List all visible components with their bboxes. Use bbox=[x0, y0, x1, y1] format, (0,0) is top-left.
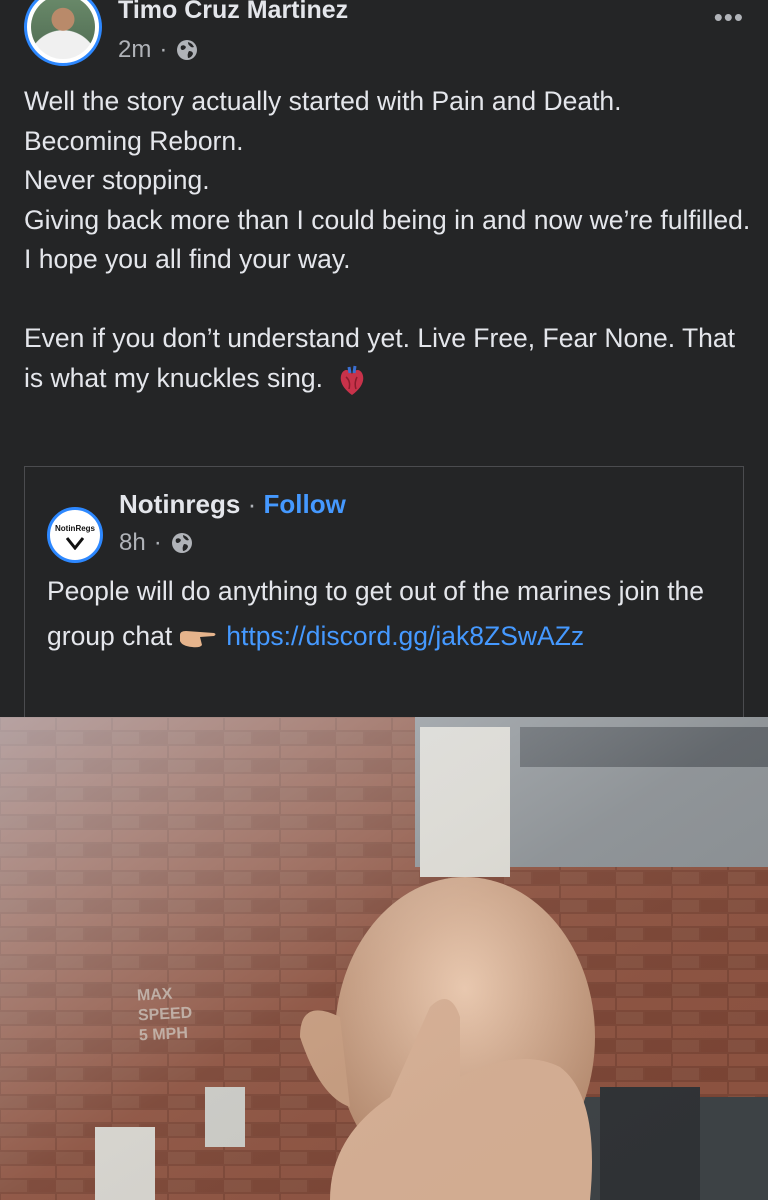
post-body: Well the story actually started with Pai… bbox=[24, 82, 754, 398]
post-photo[interactable]: MAX SPEED 5 MPH bbox=[0, 717, 768, 1200]
page-logo[interactable]: NotinRegs bbox=[47, 507, 103, 563]
author-name[interactable]: Timo Cruz Martinez bbox=[118, 0, 348, 25]
anatomical-heart-icon bbox=[340, 365, 364, 395]
discord-link[interactable]: https://discord.gg/jak8ZSwAZz bbox=[226, 621, 584, 651]
shared-meta: 8h · bbox=[119, 529, 194, 557]
author-avatar[interactable] bbox=[24, 0, 102, 66]
sign-line: 5 MPH bbox=[138, 1024, 189, 1045]
post-time[interactable]: 2m bbox=[118, 36, 151, 64]
follow-button[interactable]: Follow bbox=[263, 489, 345, 519]
meta-separator: · bbox=[159, 36, 168, 63]
post-header: Timo Cruz Martinez 2m · ••• bbox=[0, 0, 768, 80]
page-name[interactable]: Notinregs bbox=[119, 489, 240, 519]
post-line: Becoming Reborn. bbox=[24, 125, 244, 156]
post-line: I hope you all find your way. bbox=[24, 244, 351, 274]
logo-chevron-icon bbox=[66, 537, 84, 550]
shared-header: Notinregs · Follow bbox=[119, 489, 346, 520]
pointing-hand-icon bbox=[180, 631, 216, 648]
shared-post-card[interactable]: NotinRegs Notinregs · Follow 8h · People… bbox=[24, 466, 744, 726]
post-line: Well the story actually started with Pai… bbox=[24, 86, 622, 116]
meta-separator: · bbox=[153, 529, 162, 556]
photo-illustration bbox=[0, 717, 768, 1200]
speed-sign: MAX SPEED 5 MPH bbox=[136, 984, 193, 1047]
post-paragraph-text: Even if you don’t understand yet. Live F… bbox=[24, 323, 735, 393]
logo-text: NotinRegs bbox=[55, 524, 95, 533]
name-separator: · bbox=[247, 489, 257, 519]
globe-icon bbox=[171, 533, 192, 553]
globe-icon bbox=[177, 40, 198, 60]
shared-body: People will do anything to get out of th… bbox=[47, 569, 727, 659]
more-options-icon[interactable]: ••• bbox=[714, 2, 744, 33]
post-paragraph: Even if you don’t understand yet. Live F… bbox=[24, 319, 754, 398]
avatar-photo bbox=[31, 0, 95, 59]
shared-time[interactable]: 8h bbox=[119, 529, 146, 557]
post-meta: 2m · bbox=[118, 36, 199, 64]
post-line: Giving back more than I could being in a… bbox=[24, 204, 751, 235]
post-line: Never stopping. bbox=[24, 165, 210, 195]
